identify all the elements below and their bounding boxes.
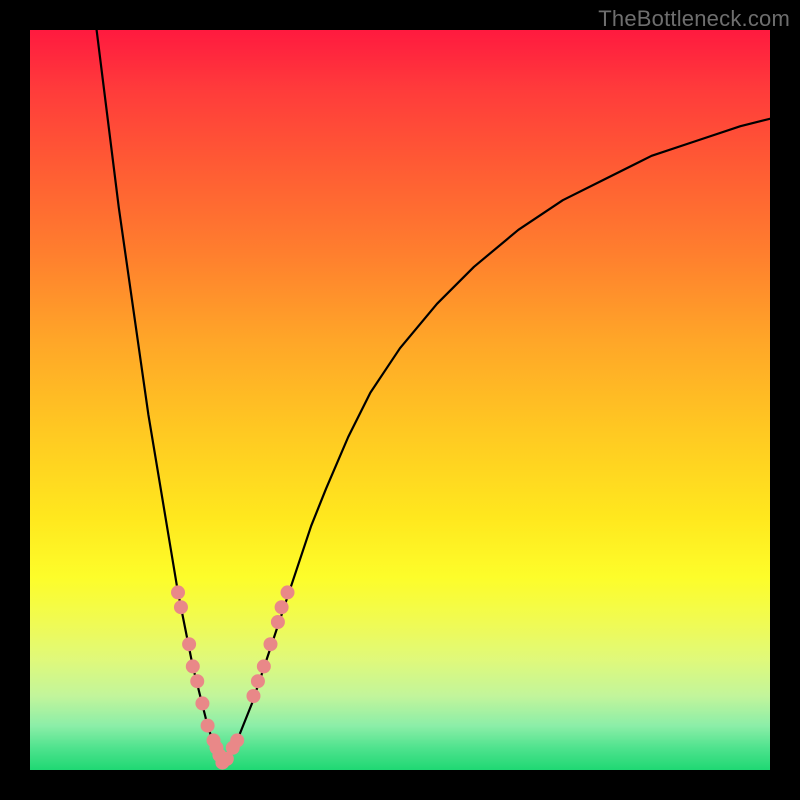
watermark-text: TheBottleneck.com	[598, 6, 790, 32]
data-marker	[171, 585, 185, 599]
curve-left-branch	[97, 30, 223, 763]
data-marker	[251, 674, 265, 688]
curve-right-branch	[222, 119, 770, 763]
data-marker	[257, 659, 271, 673]
data-marker	[230, 733, 244, 747]
data-marker	[264, 637, 278, 651]
chart-frame: TheBottleneck.com	[0, 0, 800, 800]
data-marker	[246, 689, 260, 703]
data-marker	[281, 585, 295, 599]
plot-area	[30, 30, 770, 770]
data-marker	[190, 674, 204, 688]
data-marker	[195, 696, 209, 710]
chart-svg	[30, 30, 770, 770]
data-marker	[275, 600, 289, 614]
data-marker	[174, 600, 188, 614]
data-marker	[271, 615, 285, 629]
data-marker	[201, 719, 215, 733]
data-marker	[186, 659, 200, 673]
data-marker	[182, 637, 196, 651]
curve-layer	[97, 30, 770, 763]
marker-layer	[171, 585, 295, 769]
